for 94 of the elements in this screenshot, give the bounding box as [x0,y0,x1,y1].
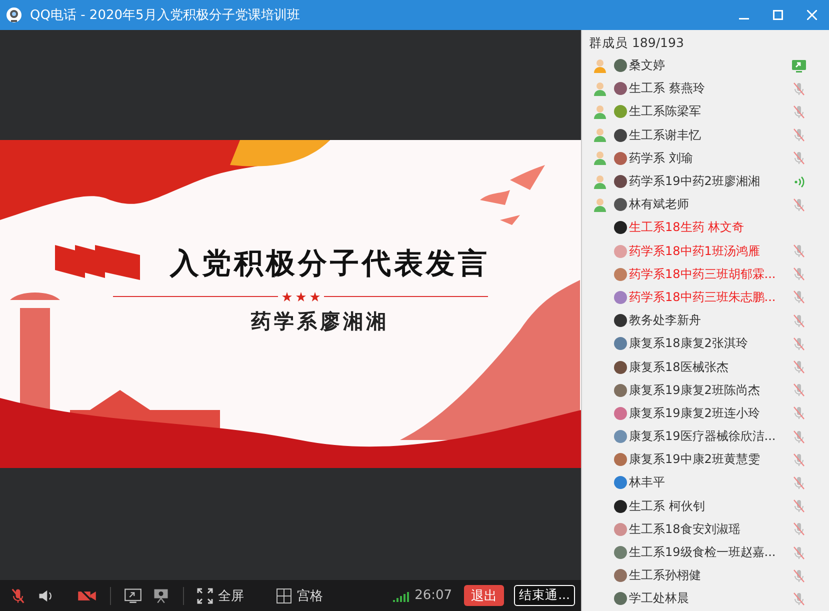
member-name: 桑文婷 [629,57,666,74]
star-icon [296,292,306,302]
member-name: 生工系谢丰忆 [629,126,702,144]
window-title: QQ电话 - 2020年5月入党积极分子党课培训班 [30,7,301,24]
member-name: 学工处林晨 [629,590,690,608]
member-row[interactable]: 学工处林晨 [582,587,829,610]
member-row[interactable]: 生工系 柯伙钊 [582,494,829,518]
member-row[interactable]: 康复系19中康2班黄慧雯 [582,448,829,472]
member-name: 生工系 柯伙钊 [629,498,706,515]
member-row[interactable]: 生工系18生药 林文奇 [582,216,829,240]
avatar-icon [614,314,627,328]
member-name: 康复系19康复2班陈尚杰 [629,382,761,399]
member-row[interactable]: 生工系19级食检一班赵嘉... [582,540,829,564]
member-row[interactable]: 生工系18食安刘淑瑶 [582,518,829,541]
avatar-icon [614,152,627,165]
member-name: 林有斌老师 [629,196,690,214]
member-name: 药学系18中药三班胡郁霖... [629,266,777,283]
presentation-icon [152,586,170,604]
avatar-icon [614,546,627,560]
star-icon [282,292,292,302]
member-row[interactable]: 生工系陈梁军 [582,100,829,124]
member-row[interactable]: 药学系18中药三班胡郁霖... [582,262,829,286]
member-name: 康复系19康复2班连小玲 [629,404,761,422]
avatar-icon [614,82,627,96]
member-name: 康复系19中康2班黄慧雯 [629,451,761,468]
grid-icon [276,588,292,604]
avatar-icon [614,105,627,118]
minimize-icon [739,18,749,20]
member-row[interactable]: 康复系18康复2张淇玲 [582,332,829,356]
member-row[interactable]: 生工系谢丰忆 [582,124,829,147]
member-row[interactable]: 林丰平 [582,471,829,495]
avatar-icon [614,476,627,490]
member-name: 生工系陈梁军 [629,103,702,120]
microphone-icon [9,586,27,604]
expand-icon [197,588,213,604]
member-name: 康复系19医疗器械徐欣洁... [629,428,777,446]
member-name: 生工系18食安刘淑瑶 [629,520,742,538]
close-icon [807,10,817,20]
member-row[interactable]: 林有斌老师 [582,193,829,216]
avatar-icon [614,453,627,466]
member-name: 康复系18医械张杰 [629,358,730,376]
avatar-icon [614,522,627,536]
call-duration: 26:07 [414,588,452,603]
avatar-icon [614,360,627,374]
avatar-icon [614,384,627,397]
avatar-icon [614,430,627,444]
member-row[interactable]: 康复系19康复2班陈尚杰 [582,378,829,402]
avatar-icon [614,337,627,350]
camera-logo-icon [6,7,22,23]
signal-icon [392,590,411,602]
exit-button[interactable]: 退出 [464,585,504,606]
member-row[interactable]: 教务处李新舟 [582,309,829,332]
avatar-icon [614,500,627,513]
avatar-icon [614,175,627,188]
fullscreen-button[interactable]: 全屏 [194,584,247,608]
slide-title: 入党积极分子代表发言 [168,244,491,282]
member-name: 生工系18生药 林文奇 [629,219,746,236]
avatar-icon [614,406,627,420]
avatar-icon [614,59,627,72]
member-row[interactable]: 桑文婷 [582,54,829,78]
member-row[interactable]: 康复系19康复2班连小玲 [582,402,829,425]
avatar-icon [614,198,627,212]
member-name: 生工系 蔡燕玲 [629,80,706,98]
member-name: 药学系 刘瑜 [629,150,694,167]
avatar-icon [614,569,627,582]
member-name: 药学系19中药2班廖湘湘 [629,173,761,190]
avatar-icon [614,592,627,606]
member-name: 生工系19级食检一班赵嘉... [629,544,777,562]
member-name: 生工系孙栩健 [629,567,702,584]
end-call-button[interactable]: 结束通... [514,585,575,606]
member-name: 教务处李新舟 [629,312,702,330]
member-row[interactable]: 康复系18医械张杰 [582,355,829,379]
member-row[interactable]: 药学系19中药2班廖湘湘 [582,170,829,194]
member-name: 林丰平 [629,474,666,492]
member-row[interactable]: 生工系 蔡燕玲 [582,77,829,100]
maximize-icon [773,10,783,20]
member-row[interactable]: 药学系18中药1班汤鸿雁 [582,240,829,263]
member-name: 药学系18中药1班汤鸿雁 [629,242,761,260]
member-name: 药学系18中药三班朱志鹏... [629,288,777,306]
monitor-icon [124,586,142,604]
avatar-icon [614,268,627,281]
member-row[interactable]: 药学系18中药三班朱志鹏... [582,286,829,310]
member-row[interactable]: 药学系 刘瑜 [582,146,829,170]
slide-subtitle: 药学系廖湘湘 [250,308,390,334]
member-row[interactable]: 生工系孙栩健 [582,564,829,588]
avatar-icon [614,128,627,142]
avatar-icon [614,221,627,234]
member-name: 康复系18康复2张淇玲 [629,335,749,352]
avatar-icon [614,290,627,304]
star-icon [310,292,320,302]
grid-view-button[interactable]: 宫格 [273,584,326,608]
member-row[interactable]: 康复系19医疗器械徐欣洁... [582,425,829,448]
members-header: 群成员 189/193 [588,34,685,52]
avatar-icon [614,244,627,258]
